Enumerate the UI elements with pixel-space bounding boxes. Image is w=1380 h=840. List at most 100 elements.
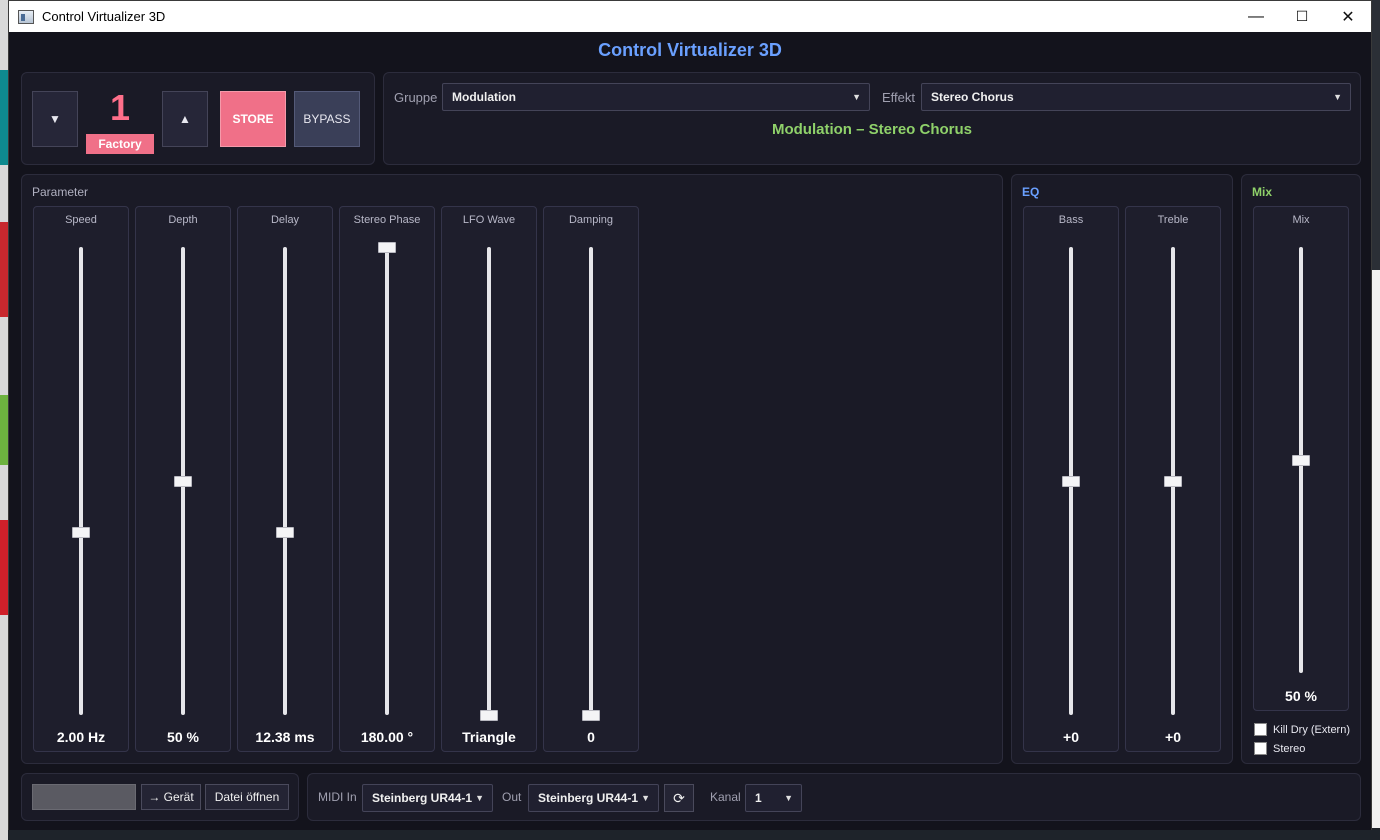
fader-label: Mix: [1292, 214, 1310, 226]
refresh-icon: ⟳: [673, 789, 685, 806]
file-name-field: [32, 784, 136, 810]
midi-in-value: Steinberg UR44-1: [372, 791, 473, 805]
channel-label: Kanal: [710, 790, 741, 804]
kill-dry-checkbox[interactable]: [1254, 723, 1267, 736]
slider-handle[interactable]: [174, 475, 192, 487]
fader-value: 50 %: [167, 729, 199, 745]
fader-label: Damping: [568, 214, 614, 226]
group-select-value: Modulation: [452, 90, 516, 104]
kill-dry-label: Kill Dry (Extern): [1273, 723, 1351, 736]
effect-panel: Gruppe Modulation ▼ Effekt Stereo Chorus…: [383, 72, 1361, 165]
chevron-down-icon: ▼: [784, 793, 793, 803]
slider-handle[interactable]: [72, 526, 90, 538]
fader-value: 2.00 Hz: [56, 729, 106, 745]
kill-dry-checkbox-row[interactable]: Kill Dry (Extern): [1254, 723, 1350, 736]
fader-speed: Speed 2.00 Hz: [33, 206, 129, 752]
store-button[interactable]: STORE: [220, 91, 286, 147]
midi-in-select[interactable]: Steinberg UR44-1 ▼: [362, 784, 493, 812]
to-device-button[interactable]: → Gerät: [141, 784, 201, 810]
fader-value: +0: [1063, 729, 1079, 745]
fader-value: 180.00 °: [360, 729, 414, 745]
close-button[interactable]: ✕: [1325, 1, 1371, 32]
window-title: Control Virtualizer 3D: [42, 9, 166, 24]
fader-delay: Delay 12.38 ms: [237, 206, 333, 752]
midi-out-value: Steinberg UR44-1: [538, 791, 639, 805]
slider-track[interactable]: [589, 247, 593, 715]
preset-number: 1: [109, 87, 131, 128]
parameter-section-title: Parameter: [32, 185, 89, 199]
chevron-down-icon: ▼: [1333, 92, 1342, 102]
refresh-button[interactable]: ⟳: [664, 784, 694, 812]
slider-handle[interactable]: [378, 241, 396, 253]
desktop-tile: [0, 520, 8, 615]
fader-value: 50 %: [1285, 688, 1317, 704]
fader-label: Speed: [65, 214, 97, 226]
fader-damping: Damping 0: [543, 206, 639, 752]
midi-out-label: Out: [502, 790, 522, 804]
preset-panel: ▼ 1 Factory ▲ STORE BYPASS: [21, 72, 375, 165]
fader-label: Delay: [270, 214, 300, 226]
maximize-button[interactable]: ☐: [1279, 1, 1325, 32]
effect-title: Modulation – Stereo Chorus: [771, 121, 972, 138]
parameter-panel: Parameter Speed 2.00 Hz Depth 50 % Delay 12.3…: [21, 174, 1003, 764]
fader-stereo-phase: Stereo Phase 180.00 °: [339, 206, 435, 752]
effect-select-value: Stereo Chorus: [931, 90, 1014, 104]
app-heading: Control Virtualizer 3D: [598, 40, 782, 60]
slider-handle[interactable]: [480, 709, 498, 721]
channel-select[interactable]: 1 ▼: [745, 784, 802, 812]
slider-track[interactable]: [385, 247, 389, 715]
group-select[interactable]: Modulation ▼: [442, 83, 870, 111]
file-panel: → Gerät Datei öffnen: [21, 773, 299, 821]
slider-handle[interactable]: [1292, 454, 1310, 466]
midi-out-select[interactable]: Steinberg UR44-1 ▼: [528, 784, 659, 812]
fader-treble: Treble +0: [1125, 206, 1221, 752]
preset-bank-label: Factory: [86, 134, 154, 154]
fader-label: Stereo Phase: [353, 214, 421, 226]
fader-label: Bass: [1058, 214, 1084, 226]
slider-track[interactable]: [283, 247, 287, 715]
effect-label: Effekt: [882, 90, 916, 105]
stereo-label: Stereo: [1273, 742, 1306, 755]
fader-depth: Depth 50 %: [135, 206, 231, 752]
eq-section-title: EQ: [1022, 185, 1040, 199]
fader-value: 12.38 ms: [255, 729, 315, 745]
channel-value: 1: [755, 791, 762, 805]
fader-value: +0: [1165, 729, 1181, 745]
slider-handle[interactable]: [276, 526, 294, 538]
fader-value: Triangle: [462, 729, 516, 745]
title-bar: Control Virtualizer 3D — ☐ ✕: [9, 1, 1371, 32]
group-label: Gruppe: [394, 90, 438, 105]
chevron-down-icon: ▼: [475, 793, 484, 803]
slider-handle[interactable]: [582, 709, 600, 721]
stereo-checkbox[interactable]: [1254, 742, 1267, 755]
open-file-button[interactable]: Datei öffnen: [205, 784, 289, 810]
app-window: Control Virtualizer 3D — ☐ ✕ Control Vir…: [8, 0, 1372, 830]
mix-panel: Mix Mix 50 % Kill Dry (Extern) Stereo: [1241, 174, 1361, 764]
preset-up-button[interactable]: ▲: [162, 91, 208, 147]
slider-track[interactable]: [79, 247, 83, 715]
fader-label: LFO Wave: [462, 214, 516, 226]
slider-track[interactable]: [487, 247, 491, 715]
fader-value: 0: [587, 729, 595, 745]
desktop-tile: [0, 395, 8, 465]
fader-lfo-wave: LFO Wave Triangle: [441, 206, 537, 752]
mix-section-title: Mix: [1252, 185, 1273, 199]
desktop-tile: [0, 70, 8, 165]
minimize-button[interactable]: —: [1233, 1, 1279, 32]
midi-panel: MIDI In Steinberg UR44-1 ▼ Out Steinberg…: [307, 773, 1361, 821]
app-icon: [18, 9, 34, 24]
slider-handle[interactable]: [1164, 475, 1182, 487]
eq-panel: EQ Bass +0 Treble +0: [1011, 174, 1233, 764]
chevron-down-icon: ▼: [852, 92, 861, 102]
bypass-button[interactable]: BYPASS: [294, 91, 360, 147]
chevron-down-icon: ▼: [641, 793, 650, 803]
stereo-checkbox-row[interactable]: Stereo: [1254, 742, 1305, 755]
desktop-tile: [0, 222, 8, 317]
slider-handle[interactable]: [1062, 475, 1080, 487]
effect-select[interactable]: Stereo Chorus ▼: [921, 83, 1351, 111]
fader-mix: Mix 50 %: [1253, 206, 1349, 711]
fader-label: Depth: [168, 214, 198, 226]
fader-bass: Bass +0: [1023, 206, 1119, 752]
fader-label: Treble: [1157, 214, 1189, 226]
preset-down-button[interactable]: ▼: [32, 91, 78, 147]
